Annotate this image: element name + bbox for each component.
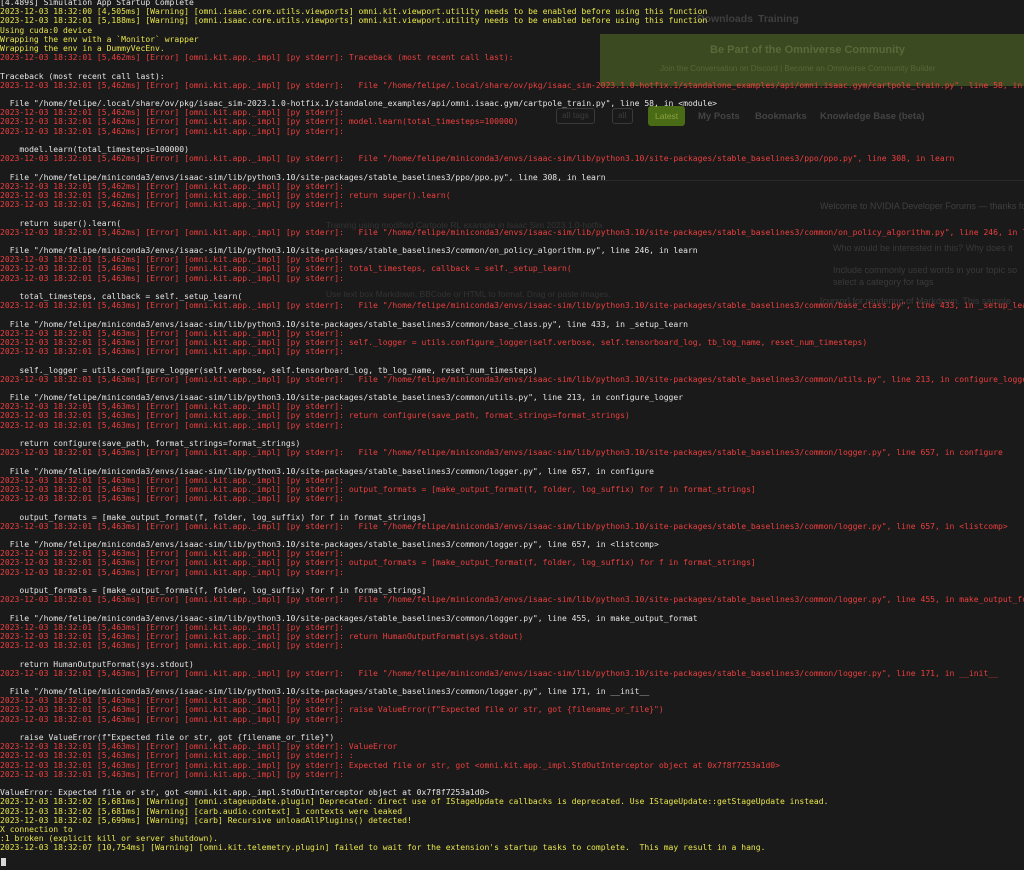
terminal-line: 2023-12-03 18:32:01 [5,462ms] [Error] [o… — [0, 255, 344, 265]
terminal-line: 2023-12-03 18:32:01 [5,463ms] [Error] [o… — [0, 622, 344, 632]
terminal-line: 2023-12-03 18:32:01 [5,462ms] [Error] [o… — [0, 227, 1024, 237]
terminal-line: 2023-12-03 18:32:01 [5,463ms] [Error] [o… — [0, 769, 344, 779]
terminal-line: 2023-12-03 18:32:02 [5,699ms] [Warning] … — [0, 815, 412, 825]
terminal-line: 2023-12-03 18:32:01 [5,463ms] [Error] [o… — [0, 328, 344, 338]
terminal-line: 2023-12-03 18:32:01 [5,463ms] [Error] [o… — [0, 714, 344, 724]
terminal-line: 2023-12-03 18:32:01 [5,463ms] [Error] [o… — [0, 484, 756, 494]
terminal-line: Wrapping the env with a `Monitor` wrappe… — [0, 34, 199, 44]
terminal-line: Using cuda:0 device — [0, 25, 93, 35]
terminal-line: 2023-12-03 18:32:00 [4,505ms] [Warning] … — [0, 7, 708, 17]
terminal-line: 2023-12-03 18:32:02 [5,681ms] [Warning] … — [0, 806, 403, 816]
terminal-line: File "/home/felipe/.local/share/ov/pkg/i… — [0, 99, 718, 109]
terminal-line: return configure(save_path, format_strin… — [0, 439, 301, 448]
terminal-line: output_formats = [make_output_format(f, … — [0, 586, 427, 595]
terminal-line: [4.489s] Simulation App Startup Complete — [0, 0, 194, 7]
terminal-line: 2023-12-03 18:32:01 [5,463ms] [Error] [o… — [0, 760, 780, 770]
terminal-line: File "/home/felipe/miniconda3/envs/isaac… — [0, 172, 606, 182]
terminal-line: 2023-12-03 18:32:01 [5,462ms] [Error] [o… — [0, 181, 344, 191]
terminal-line: 2023-12-03 18:32:01 [5,462ms] [Error] [o… — [0, 53, 514, 63]
terminal-line: 2023-12-03 18:32:01 [5,463ms] [Error] [o… — [0, 558, 756, 568]
terminal-line: ValueError: Expected file or str, got <o… — [0, 788, 490, 798]
terminal-line: 2023-12-03 18:32:01 [5,463ms] [Error] [o… — [0, 448, 1003, 458]
terminal-line: 2023-12-03 18:32:01 [5,463ms] [Error] [o… — [0, 347, 344, 357]
terminal-line: 2023-12-03 18:32:01 [5,463ms] [Error] [o… — [0, 631, 524, 641]
terminal-cursor — [1, 858, 6, 866]
terminal-line: Traceback (most recent call last): — [0, 71, 165, 81]
terminal-line: total_timesteps, callback = self._setup_… — [0, 292, 243, 301]
terminal-line: 2023-12-03 18:32:01 [5,462ms] [Error] [o… — [0, 200, 344, 210]
terminal-line: 2023-12-03 18:32:01 [5,462ms] [Error] [o… — [0, 108, 344, 118]
terminal-line: output_formats = [make_output_format(f, … — [0, 512, 427, 522]
terminal-line: 2023-12-03 18:32:01 [5,188ms] [Warning] … — [0, 16, 708, 26]
terminal-line: X connection to — [0, 824, 73, 834]
terminal-line: File "/home/felipe/miniconda3/envs/isaac… — [0, 466, 655, 476]
terminal-line: raise ValueError(f"Expected file or str,… — [0, 733, 335, 742]
terminal-line: return super().learn( — [0, 218, 122, 228]
terminal-line: File "/home/felipe/miniconda3/envs/isaac… — [0, 540, 659, 550]
terminal-line: File "/home/felipe/miniconda3/envs/isaac… — [0, 613, 698, 623]
terminal-line: model.learn(total_timesteps=100000) — [0, 145, 189, 154]
terminal-line: 2023-12-03 18:32:01 [5,462ms] [Error] [o… — [0, 154, 955, 164]
terminal-line: 2023-12-03 18:32:01 [5,463ms] [Error] [o… — [0, 402, 344, 412]
terminal-line: 2023-12-03 18:32:01 [5,463ms] [Error] [o… — [0, 567, 344, 577]
terminal-line: self._logger = utils.configure_logger(se… — [0, 365, 538, 375]
terminal-line: 2023-12-03 18:32:01 [5,463ms] [Error] [o… — [0, 273, 344, 283]
terminal-line: Wrapping the env in a DummyVecEnv. — [0, 43, 165, 53]
terminal-line: File "/home/felipe/miniconda3/envs/isaac… — [0, 319, 688, 329]
terminal-line: 2023-12-03 18:32:01 [5,462ms] [Error] [o… — [0, 80, 1024, 90]
terminal-line: 2023-12-03 18:32:01 [5,463ms] [Error] [o… — [0, 475, 344, 485]
terminal-line: 2023-12-03 18:32:01 [5,463ms] [Error] [o… — [0, 264, 572, 274]
terminal-line: 2023-12-03 18:32:01 [5,463ms] [Error] [o… — [0, 521, 1008, 531]
terminal-line: 2023-12-03 18:32:01 [5,463ms] [Error] [o… — [0, 337, 868, 347]
terminal-line: 2023-12-03 18:32:01 [5,463ms] [Error] [o… — [0, 742, 398, 752]
terminal-line: 2023-12-03 18:32:01 [5,463ms] [Error] [o… — [0, 549, 344, 559]
terminal-line: 2023-12-03 18:32:01 [5,463ms] [Error] [o… — [0, 595, 1024, 605]
terminal-line: 2023-12-03 18:32:01 [5,463ms] [Error] [o… — [0, 751, 354, 761]
terminal-line: 2023-12-03 18:32:02 [5,681ms] [Warning] … — [0, 797, 829, 807]
terminal-output[interactable]: [4.489s] Simulation App Startup Complete… — [0, 0, 1024, 870]
terminal-line: 2023-12-03 18:32:01 [5,463ms] [Error] [o… — [0, 301, 1024, 311]
terminal-line: 2023-12-03 18:32:01 [5,463ms] [Error] [o… — [0, 411, 630, 421]
terminal-line: 2023-12-03 18:32:01 [5,463ms] [Error] [o… — [0, 374, 1024, 384]
terminal-line: 2023-12-03 18:32:01 [5,463ms] [Error] [o… — [0, 668, 998, 678]
terminal-line: 2023-12-03 18:32:01 [5,463ms] [Error] [o… — [0, 494, 344, 504]
terminal-line: 2023-12-03 18:32:01 [5,463ms] [Error] [o… — [0, 420, 344, 430]
terminal-line: 2023-12-03 18:32:01 [5,463ms] [Error] [o… — [0, 705, 664, 715]
terminal-line: File "/home/felipe/miniconda3/envs/isaac… — [0, 687, 650, 697]
terminal-line: 2023-12-03 18:32:07 [10,754ms] [Warning]… — [0, 843, 766, 853]
terminal-line: File "/home/felipe/miniconda3/envs/isaac… — [0, 393, 684, 403]
terminal-line: 2023-12-03 18:32:01 [5,462ms] [Error] [o… — [0, 117, 519, 127]
terminal-line: 2023-12-03 18:32:01 [5,462ms] [Error] [o… — [0, 190, 451, 200]
terminal-line: 2023-12-03 18:32:01 [5,462ms] [Error] [o… — [0, 126, 344, 136]
terminal-line: 2023-12-03 18:32:01 [5,463ms] [Error] [o… — [0, 696, 344, 706]
terminal-line: File "/home/felipe/miniconda3/envs/isaac… — [0, 246, 698, 256]
terminal-line: return HumanOutputFormat(sys.stdout) — [0, 659, 194, 669]
terminal-line: 2023-12-03 18:32:01 [5,463ms] [Error] [o… — [0, 641, 344, 651]
terminal-line: :1 broken (explicit kill or server shutd… — [0, 834, 219, 844]
